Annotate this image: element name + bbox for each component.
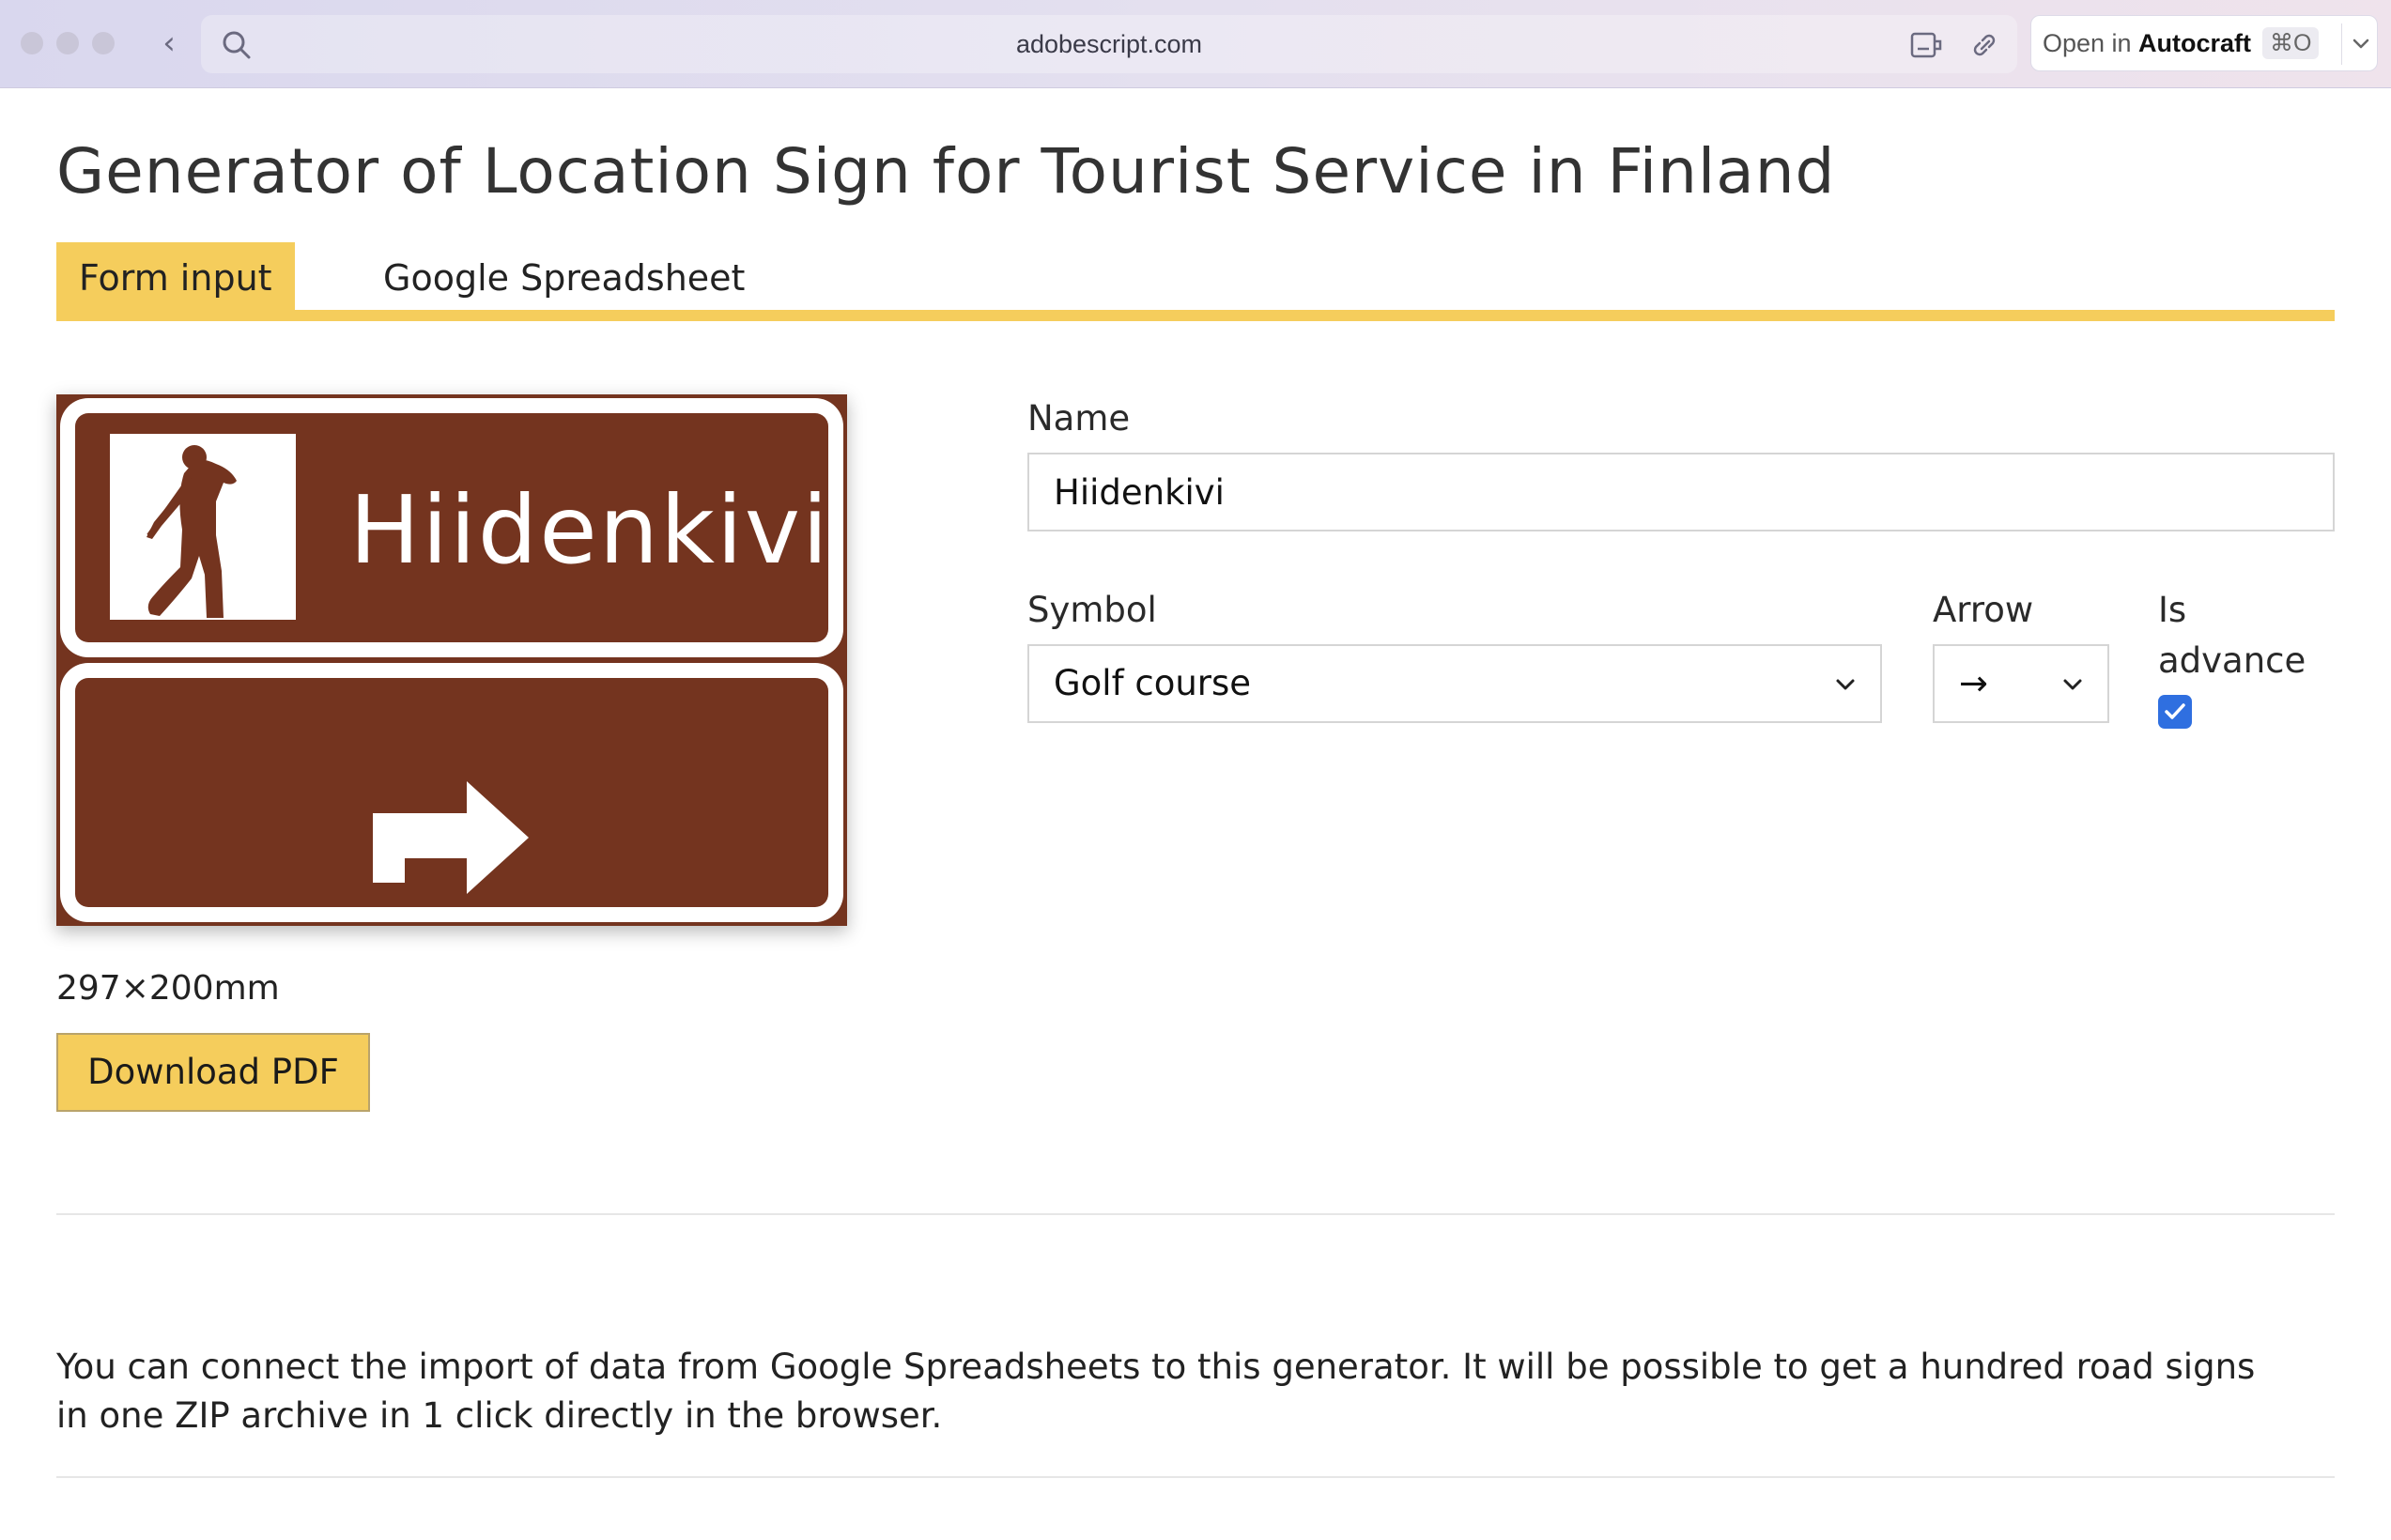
back-arrow-icon[interactable]: ‹ bbox=[150, 24, 188, 62]
close-window-dot[interactable] bbox=[21, 32, 43, 54]
open-in-app-button[interactable]: Open in Autocraft ⌘O bbox=[2030, 15, 2378, 71]
page-title: Generator of Location Sign for Tourist S… bbox=[56, 135, 1836, 208]
sign-size-label: 297×200mm bbox=[56, 969, 280, 1008]
divider bbox=[2341, 23, 2342, 65]
sign-name-text: Hiidenkivi bbox=[349, 475, 830, 585]
address-bar[interactable]: adobescript.com bbox=[201, 15, 2017, 73]
symbol-label: Symbol bbox=[1027, 590, 1157, 630]
symbol-selected-value: Golf course bbox=[1054, 663, 1252, 703]
is-advance-label-line1: Is bbox=[2158, 590, 2187, 630]
info-line-2: in one ZIP archive in 1 click directly i… bbox=[56, 1395, 943, 1436]
open-in-app-name: Autocraft bbox=[2138, 29, 2251, 57]
shortcut-badge: ⌘O bbox=[2262, 27, 2320, 59]
browser-toolbar: ‹ adobescript.com Open in Autocraft ⌘O bbox=[0, 0, 2391, 88]
name-input[interactable] bbox=[1027, 453, 2335, 531]
reader-extension-icon[interactable] bbox=[1908, 28, 1944, 62]
info-line-1: You can connect the import of data from … bbox=[56, 1347, 2256, 1387]
sign-image bbox=[56, 394, 847, 926]
tab-form-input[interactable]: Form input bbox=[56, 242, 295, 314]
arrow-selected-value: → bbox=[1959, 663, 1989, 703]
sign-preview: Hiidenkivi bbox=[56, 394, 847, 926]
is-advance-label-line2: advance bbox=[2158, 640, 2306, 681]
info-paragraph: You can connect the import of data from … bbox=[56, 1343, 2310, 1440]
name-label: Name bbox=[1027, 398, 1131, 439]
url-text: adobescript.com bbox=[1015, 30, 1203, 58]
download-pdf-button[interactable]: Download PDF bbox=[56, 1033, 370, 1112]
tab-google-spreadsheet[interactable]: Google Spreadsheet bbox=[361, 242, 767, 314]
tab-underline bbox=[56, 310, 2335, 321]
minimize-window-dot[interactable] bbox=[56, 32, 79, 54]
symbol-select[interactable]: Golf course bbox=[1027, 644, 1882, 723]
link-icon[interactable] bbox=[1967, 28, 2002, 62]
chevron-down-icon bbox=[1836, 679, 1855, 690]
chevron-down-icon[interactable] bbox=[2347, 27, 2375, 61]
chevron-down-icon bbox=[2063, 679, 2082, 690]
arrow-label: Arrow bbox=[1933, 590, 2034, 630]
open-in-label: Open in bbox=[2043, 29, 2132, 57]
zoom-window-dot[interactable] bbox=[92, 32, 115, 54]
divider bbox=[56, 1476, 2335, 1478]
tab-bar: Form input Google Spreadsheet bbox=[56, 242, 2335, 323]
checkmark-icon bbox=[2165, 703, 2185, 719]
is-advance-checkbox[interactable] bbox=[2158, 695, 2192, 729]
divider bbox=[56, 1213, 2335, 1215]
arrow-select[interactable]: → bbox=[1933, 644, 2109, 723]
